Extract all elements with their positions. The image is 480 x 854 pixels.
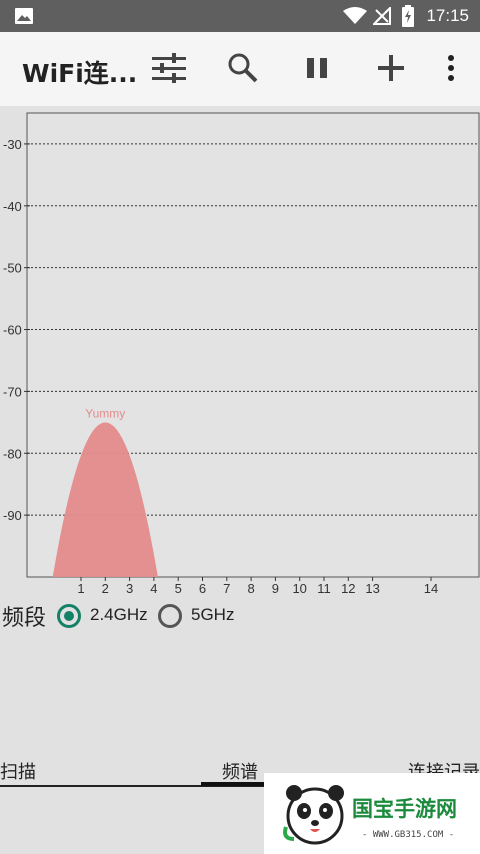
y-tick-label: -40 [3,199,22,214]
tab-scan[interactable]: 扫描 [0,758,36,784]
band-option-label: 2.4GHz [90,605,148,624]
no-signal-icon [373,7,391,25]
search-button[interactable] [221,46,265,90]
battery-charging-icon [402,5,414,27]
wifi-icon [343,7,367,24]
x-tick-label: 6 [199,581,206,596]
add-button[interactable] [369,46,413,90]
watermark-url: - WWW.GB315.COM - [362,830,455,840]
y-tick-label: -50 [3,261,22,276]
panda-logo-icon [283,785,344,845]
band-label: 频段 [2,606,47,631]
x-tick-label: 9 [272,581,279,596]
x-tick-label: 4 [150,581,157,596]
pause-icon [307,58,327,78]
x-tick-label: 12 [341,581,355,596]
y-tick-label: -80 [3,446,22,461]
x-tick-label: 13 [365,581,379,596]
band-controls: 频段 2.4GHz 5GHz [0,600,480,740]
x-tick-label: 2 [102,581,109,596]
channel-spectrum-chart: -30-40-50-60-70-80-90Yummy1 2 3 4 5 6 7 8 9 10 11 1… [3,112,480,596]
watermark-brand: 国宝手游网 [352,797,457,821]
more-vert-icon [448,55,454,81]
x-tick-label: 3 [126,581,133,596]
y-tick-label: -30 [3,137,22,152]
x-tick-label: 7 [223,581,230,596]
search-icon [228,53,258,83]
active-tab-indicator [201,782,265,786]
filter-button[interactable] [147,46,191,90]
x-tick-label: 8 [247,581,254,596]
status-bar: 17:15 [0,0,480,32]
status-time: 17:15 [426,6,469,25]
tune-icon [152,53,186,83]
watermark: 国宝手游网 - WWW.GB315.COM - [264,773,480,854]
radio-5ghz[interactable] [158,604,182,628]
pause-button[interactable] [295,46,339,90]
tab-spectrum[interactable]: 频谱 [222,758,258,784]
spectrum-chart-area: -30 -40 -50 -60 -70 -80 -90 Yummy 1 2 3 4 5 6 7 8 9 10 11 1… [0,106,480,600]
x-tick-label: 1 [77,581,84,596]
image-notification-icon [15,8,33,24]
x-tick-label: 14 [424,581,438,596]
plus-icon [378,55,404,81]
signal-label: Yummy [85,406,125,420]
app-bar: WiFi连... [0,32,480,106]
x-tick-label: 10 [292,581,306,596]
y-tick-label: -60 [3,323,22,338]
band-option-label: 5GHz [191,605,235,624]
x-tick-label: 5 [175,581,182,596]
radio-2.4ghz[interactable] [57,604,81,628]
y-tick-label: -90 [3,508,22,523]
x-tick-label: 11 [317,581,331,596]
overflow-menu-button[interactable] [429,46,473,90]
page-title: WiFi连... [22,59,138,88]
y-tick-label: -70 [3,384,22,399]
